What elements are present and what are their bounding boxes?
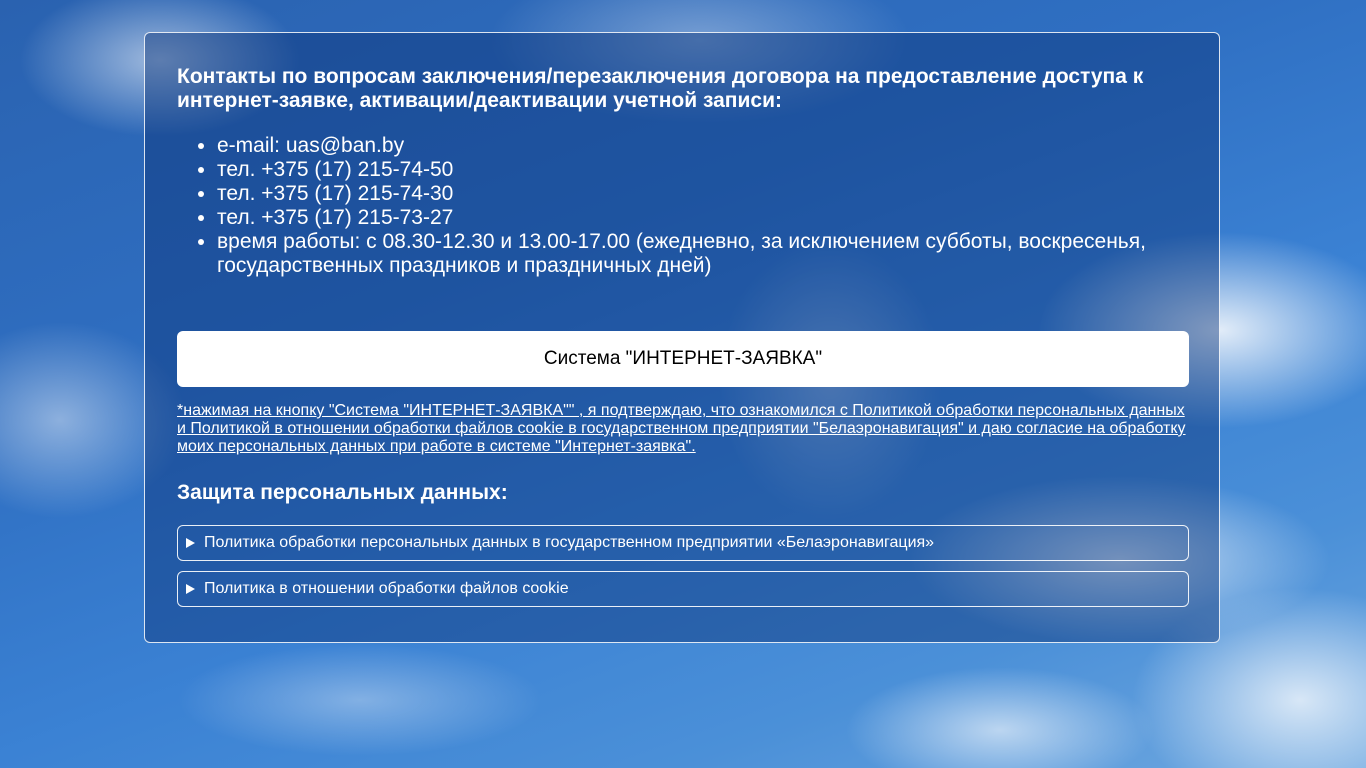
disclosure-triangle-icon xyxy=(186,584,195,594)
personal-data-policy-toggle[interactable]: Политика обработки персональных данных в… xyxy=(177,525,1189,561)
personal-data-policy-label: Политика обработки персональных данных в… xyxy=(204,534,935,551)
cookie-policy-label: Политика в отношении обработки файлов co… xyxy=(204,580,569,597)
contact-phone-1: тел. +375 (17) 215-74-50 xyxy=(217,158,1187,182)
contact-working-hours: время работы: с 08.30-12.30 и 13.00-17.0… xyxy=(217,230,1187,278)
contact-email: e-mail: uas@ban.by xyxy=(217,134,1187,158)
contact-phone-3: тел. +375 (17) 215-73-27 xyxy=(217,206,1187,230)
main-panel: Контакты по вопросам заключения/перезакл… xyxy=(144,32,1220,643)
disclosure-triangle-icon xyxy=(186,538,195,548)
cookie-policy-toggle[interactable]: Политика в отношении обработки файлов co… xyxy=(177,571,1189,607)
contact-phone-2: тел. +375 (17) 215-74-30 xyxy=(217,182,1187,206)
contacts-list: e-mail: uas@ban.by тел. +375 (17) 215-74… xyxy=(177,134,1187,278)
consent-link[interactable]: *нажимая на кнопку "Система "ИНТЕРНЕТ-ЗА… xyxy=(177,402,1187,456)
personal-data-protection-heading: Защита персональных данных: xyxy=(177,481,508,504)
internet-request-system-button[interactable]: Система "ИНТЕРНЕТ-ЗАЯВКА" xyxy=(177,331,1189,387)
contacts-heading: Контакты по вопросам заключения/перезакл… xyxy=(177,65,1144,112)
